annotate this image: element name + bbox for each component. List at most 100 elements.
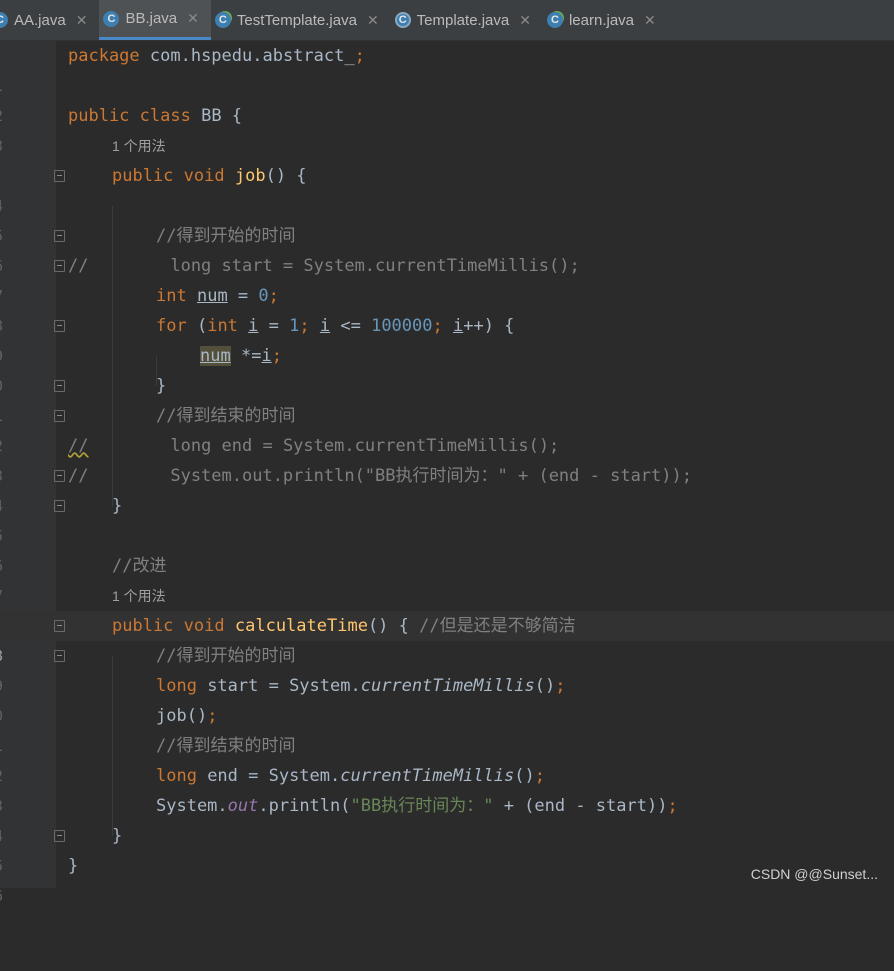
code-line: 0 long start = System.currentTimeMillis(…: [0, 671, 894, 725]
method-name: job: [234, 166, 266, 186]
variable: num: [196, 286, 228, 306]
tab-label: learn.java: [568, 11, 635, 29]
number: 100000: [371, 316, 433, 336]
variable: i: [248, 316, 259, 336]
line-number: 3: [0, 131, 14, 161]
keyword: class: [139, 106, 191, 126]
expression: start = System.: [196, 676, 361, 696]
line-number: 6: [0, 881, 14, 911]
class-executable-icon: C: [546, 12, 563, 28]
expression: end = System.: [196, 766, 341, 786]
fold-icon[interactable]: [54, 470, 65, 482]
keyword: public: [112, 616, 174, 636]
class-decl: BB {: [190, 106, 243, 126]
class-icon: C: [103, 10, 120, 27]
tab-bb-java[interactable]: C BB.java ✕: [99, 0, 211, 40]
operator: *=: [230, 346, 262, 366]
static-method: currentTimeMillis: [360, 676, 535, 696]
usage-hint[interactable]: 1 个用法: [112, 581, 166, 611]
code-line: 7 // long start = System.currentTimeMill…: [0, 251, 894, 305]
string-literal: "BB执行时间为：": [350, 796, 494, 816]
semicolon: ;: [555, 676, 566, 696]
code-line: 3 long end = System.currentTimeMillis();: [0, 761, 894, 815]
code-line: 6: [0, 521, 894, 575]
line-number: 7: [0, 581, 14, 611]
variable-highlighted: num: [200, 346, 231, 366]
close-icon[interactable]: ✕: [367, 12, 379, 29]
fold-icon[interactable]: [54, 500, 65, 512]
operator: =: [227, 286, 259, 306]
method-call: job(): [156, 706, 208, 726]
number: 0: [258, 286, 269, 306]
code-line: 3 // long end = System.currentTimeMillis…: [0, 431, 894, 485]
comment: // System.out.println("BB执行时间为：" + (end …: [68, 466, 692, 486]
semicolon: ;: [271, 346, 282, 366]
usage-hint[interactable]: 1 个用法: [112, 131, 166, 161]
punct: (): [534, 676, 556, 696]
code-line: 5 }: [0, 491, 894, 545]
editor-tab-bar: C AA.java ✕ C BB.java ✕ C TestTemplate.j…: [0, 0, 894, 41]
variable: i: [261, 346, 272, 366]
code-line: 5: [0, 191, 894, 245]
semicolon: ;: [207, 706, 218, 726]
code-editor[interactable]: 1 package com.hspedu.abstract_; 2 3 publ…: [0, 41, 894, 905]
static-field: out: [227, 796, 259, 816]
method-name: calculateTime: [234, 616, 368, 636]
tab-aa-java[interactable]: C AA.java ✕: [0, 0, 99, 40]
operator: <=: [330, 316, 372, 336]
code-line: 4 System.out.println("BB执行时间为：" + (end -…: [0, 791, 894, 845]
close-icon[interactable]: ✕: [76, 12, 88, 29]
code-line: 5 }: [0, 821, 894, 875]
keyword: public: [112, 166, 174, 186]
comment: // long start = System.currentTimeMillis…: [68, 256, 580, 276]
tab-learn-java[interactable]: C learn.java ✕: [543, 0, 668, 40]
static-method: currentTimeMillis: [340, 766, 515, 786]
code-line: 6 //得到开始的时间: [0, 221, 894, 275]
watermark: CSDN @@Sunset...: [750, 866, 878, 882]
operator: =: [258, 316, 290, 336]
fold-icon[interactable]: [54, 230, 65, 242]
keyword: package: [68, 46, 140, 66]
punct: (: [186, 316, 208, 336]
keyword: void: [183, 166, 225, 186]
code-line: 4 public void job() {: [0, 161, 894, 215]
close-icon[interactable]: ✕: [519, 12, 531, 29]
code-line: 9 for (int i = 1; i <= 100000; i++) {: [0, 311, 894, 365]
comment: //得到开始的时间: [156, 226, 296, 246]
fold-icon[interactable]: [54, 410, 65, 422]
keyword: public: [68, 106, 130, 126]
fold-icon[interactable]: [54, 650, 65, 662]
punct: () {: [265, 166, 307, 186]
expression: + (end - start)): [493, 796, 668, 816]
close-icon[interactable]: ✕: [187, 10, 199, 27]
comment: //得到结束的时间: [156, 406, 296, 426]
keyword: long: [156, 766, 197, 786]
code-line: 2 //得到结束的时间: [0, 401, 894, 455]
variable: i: [452, 316, 464, 336]
comment: //改进: [112, 556, 167, 576]
comment: //得到结束的时间: [156, 736, 296, 756]
expression: .println(: [258, 796, 351, 816]
tab-template-java[interactable]: C Template.java ✕: [391, 0, 543, 40]
fold-icon[interactable]: [54, 170, 65, 182]
close-icon[interactable]: ✕: [644, 12, 656, 29]
code-line: 2 //得到结束的时间: [0, 731, 894, 785]
fold-icon[interactable]: [54, 260, 65, 272]
brace: }: [68, 856, 79, 876]
code-line: 0 num *=i;: [0, 341, 894, 395]
code-line: 8 int num = 0;: [0, 281, 894, 335]
code-line: 1 package com.hspedu.abstract_;: [0, 41, 894, 95]
fold-icon[interactable]: [54, 320, 65, 332]
tab-testtemplate-java[interactable]: C TestTemplate.java ✕: [211, 0, 391, 40]
fold-icon[interactable]: [54, 380, 65, 392]
fold-icon[interactable]: [54, 620, 65, 632]
keyword: for: [156, 316, 187, 336]
fold-icon[interactable]: [54, 830, 65, 842]
semicolon: ;: [354, 46, 365, 66]
punct: (): [514, 766, 535, 786]
code-line: 4 // System.out.println("BB执行时间为：" + (en…: [0, 461, 894, 515]
code-line: 9 //得到开始的时间: [0, 641, 894, 695]
keyword: long: [156, 676, 197, 696]
semicolon: ;: [268, 286, 279, 306]
class-executable-icon: C: [214, 12, 231, 28]
